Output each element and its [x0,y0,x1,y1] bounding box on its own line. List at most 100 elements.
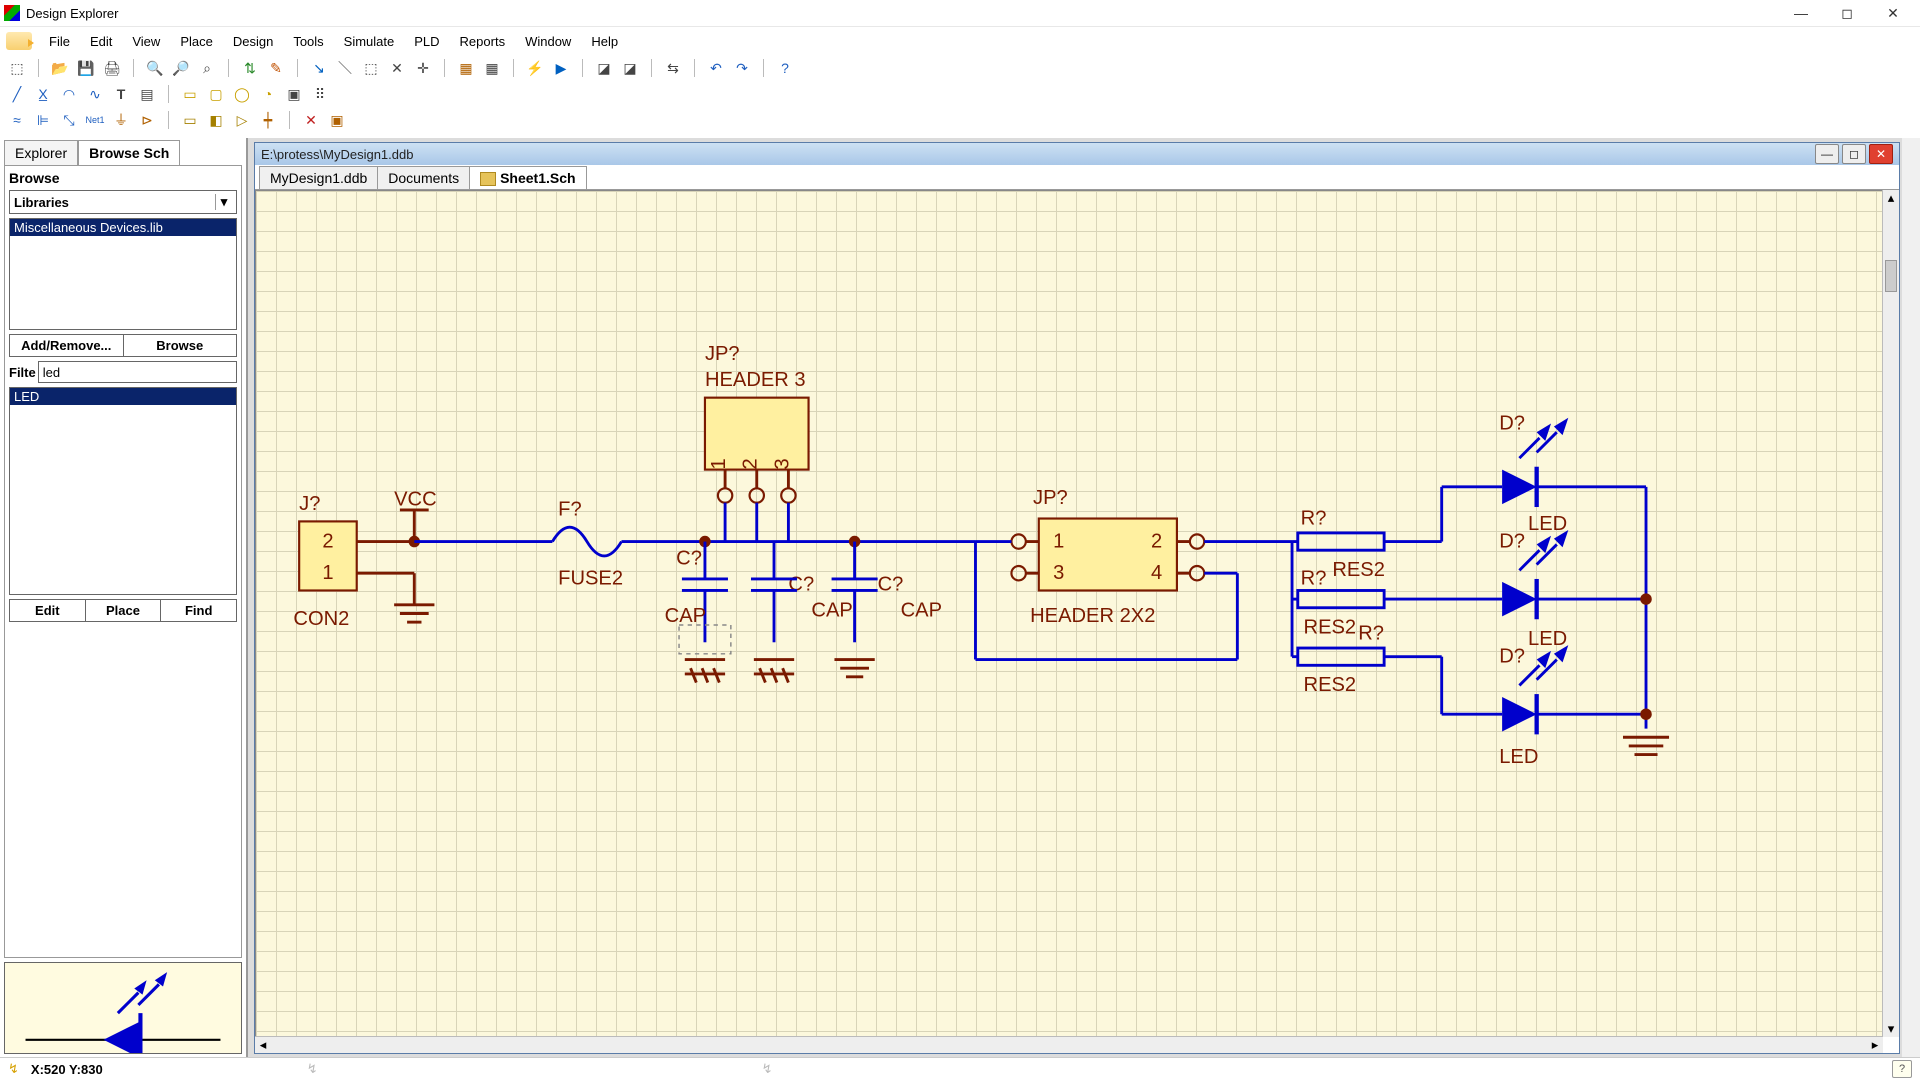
menu-help[interactable]: Help [582,31,627,52]
zoom-window-icon[interactable]: ⌕ [198,59,216,77]
menu-design[interactable]: Design [224,31,282,52]
image-icon[interactable]: ▣ [285,85,303,103]
save-icon[interactable]: 💾 [77,59,95,77]
part-list-item[interactable]: LED [10,388,236,405]
doc-tab-sheet[interactable]: Sheet1.Sch [469,166,586,189]
text-icon[interactable]: T [112,85,130,103]
window-maximize-button[interactable]: ◻ [1824,0,1870,26]
line-draw-icon[interactable]: ╱ [8,85,26,103]
rect-icon[interactable]: ▭ [181,85,199,103]
pie-icon[interactable]: ◔ [259,85,277,103]
sheet-symbol-icon[interactable]: ▭ [181,111,199,129]
sch-body-res1[interactable] [1298,533,1384,550]
power-port-icon[interactable]: ⏚ [112,111,130,129]
browse-button[interactable]: Browse [124,335,237,356]
schematic-canvas[interactable]: J? 2 1 CON2 VCC [255,190,1883,1037]
filter-input[interactable] [38,361,237,383]
help-icon[interactable]: ? [776,59,794,77]
simulate-setup-icon[interactable]: ⚡ [526,59,544,77]
window-minimize-button[interactable]: — [1778,0,1824,26]
bezier-icon[interactable]: ∿ [86,85,104,103]
ellipse-icon[interactable]: ◯ [233,85,251,103]
pcb-layout-icon[interactable]: ▣ [328,111,346,129]
array-icon[interactable]: ⠿ [311,85,329,103]
menu-pld[interactable]: PLD [405,31,448,52]
add-remove-button[interactable]: Add/Remove... [10,335,124,356]
scroll-left-icon[interactable]: ◂ [255,1037,271,1053]
deselect-icon[interactable]: ✕ [388,59,406,77]
sch-body-res2[interactable] [1298,590,1384,607]
part-icon[interactable]: ⊳ [138,111,156,129]
sheet-entry-icon[interactable]: ◧ [207,111,225,129]
menu-edit[interactable]: Edit [81,31,121,52]
menu-place[interactable]: Place [171,31,222,52]
wire-icon[interactable]: ≈ [8,111,26,129]
erc-icon[interactable]: ▦ [457,59,475,77]
line-tool-icon[interactable]: ＼ [336,59,354,77]
junction-icon[interactable]: ┿ [259,111,277,129]
library-list[interactable]: Miscellaneous Devices.lib [9,218,237,330]
zoom-out-icon[interactable]: 🔎 [172,59,190,77]
undo-icon[interactable]: ↶ [707,59,725,77]
roundrect-icon[interactable]: ▢ [207,85,225,103]
sch-body-fuse[interactable] [552,527,621,556]
select-area-icon[interactable]: ⬚ [362,59,380,77]
edit-button[interactable]: Edit [10,600,86,621]
place-button[interactable]: Place [86,600,162,621]
doc-tab-design[interactable]: MyDesign1.ddb [259,166,378,189]
noerc-icon[interactable]: ✕ [302,111,320,129]
tab-browse-sch[interactable]: Browse Sch [78,140,180,165]
menu-reports[interactable]: Reports [451,31,515,52]
netlabel-icon[interactable]: Net1 [86,111,104,129]
doc-maximize-button[interactable]: ◻ [1842,144,1866,164]
tab-explorer[interactable]: Explorer [4,140,78,165]
document-titlebar[interactable]: E:\protess\MyDesign1.ddb — ◻ ✕ [255,143,1899,165]
status-help-icon[interactable]: ? [1892,1060,1912,1078]
outer-scrollbar[interactable] [1902,138,1920,1058]
doc-minimize-button[interactable]: — [1815,144,1839,164]
scroll-down-icon[interactable]: ▾ [1883,1021,1899,1037]
doc-tab-documents[interactable]: Documents [377,166,470,189]
simulate-run-icon[interactable]: ▶ [552,59,570,77]
vertical-scrollbar[interactable]: ▴ ▾ [1882,190,1899,1037]
find-button[interactable]: Find [161,600,236,621]
menu-tools[interactable]: Tools [284,31,332,52]
print-icon[interactable]: 🖨 [103,59,121,77]
move-icon[interactable]: ✛ [414,59,432,77]
window-close-button[interactable]: ✕ [1870,0,1916,26]
menu-simulate[interactable]: Simulate [335,31,404,52]
menu-view[interactable]: View [123,31,169,52]
scroll-up-icon[interactable]: ▴ [1883,190,1899,206]
sch-led3[interactable]: D? LED [1499,645,1568,768]
netlist-icon[interactable]: ▦ [483,59,501,77]
update-pcb-icon[interactable]: ⇆ [664,59,682,77]
arc-icon[interactable]: ◠ [60,85,78,103]
zoom-in-icon[interactable]: 🔍 [146,59,164,77]
scroll-thumb[interactable] [1885,260,1897,292]
textframe-icon[interactable]: ▤ [138,85,156,103]
doc-close-button[interactable]: ✕ [1869,144,1893,164]
sch-led2[interactable]: D? LED [1499,530,1568,650]
sch-body-res3[interactable] [1298,648,1384,665]
annotate-icon[interactable]: ↘ [310,59,328,77]
sch-led1[interactable]: D? LED [1499,412,1568,535]
polygon-icon[interactable]: X̲ [34,85,52,103]
menu-file[interactable]: File [40,31,79,52]
select-icon[interactable]: ⬚ [8,59,26,77]
port-icon[interactable]: ▷ [233,111,251,129]
chevron-down-icon[interactable]: ▾ [215,194,232,210]
bus-icon[interactable]: ⊫ [34,111,52,129]
horizontal-scrollbar[interactable]: ◂ ▸ [255,1036,1883,1053]
menu-logo-icon[interactable] [6,32,32,50]
part-list[interactable]: LED [9,387,237,595]
cross-probe-icon[interactable]: ✎ [267,59,285,77]
pld2-icon[interactable]: ◪ [621,59,639,77]
menu-window[interactable]: Window [516,31,580,52]
scroll-right-icon[interactable]: ▸ [1867,1037,1883,1053]
hierarchy-up-icon[interactable]: ⇅ [241,59,259,77]
redo-icon[interactable]: ↷ [733,59,751,77]
browse-combo[interactable]: Libraries ▾ [9,190,237,214]
library-list-item[interactable]: Miscellaneous Devices.lib [10,219,236,236]
open-icon[interactable]: 📂 [51,59,69,77]
pld-icon[interactable]: ◪ [595,59,613,77]
